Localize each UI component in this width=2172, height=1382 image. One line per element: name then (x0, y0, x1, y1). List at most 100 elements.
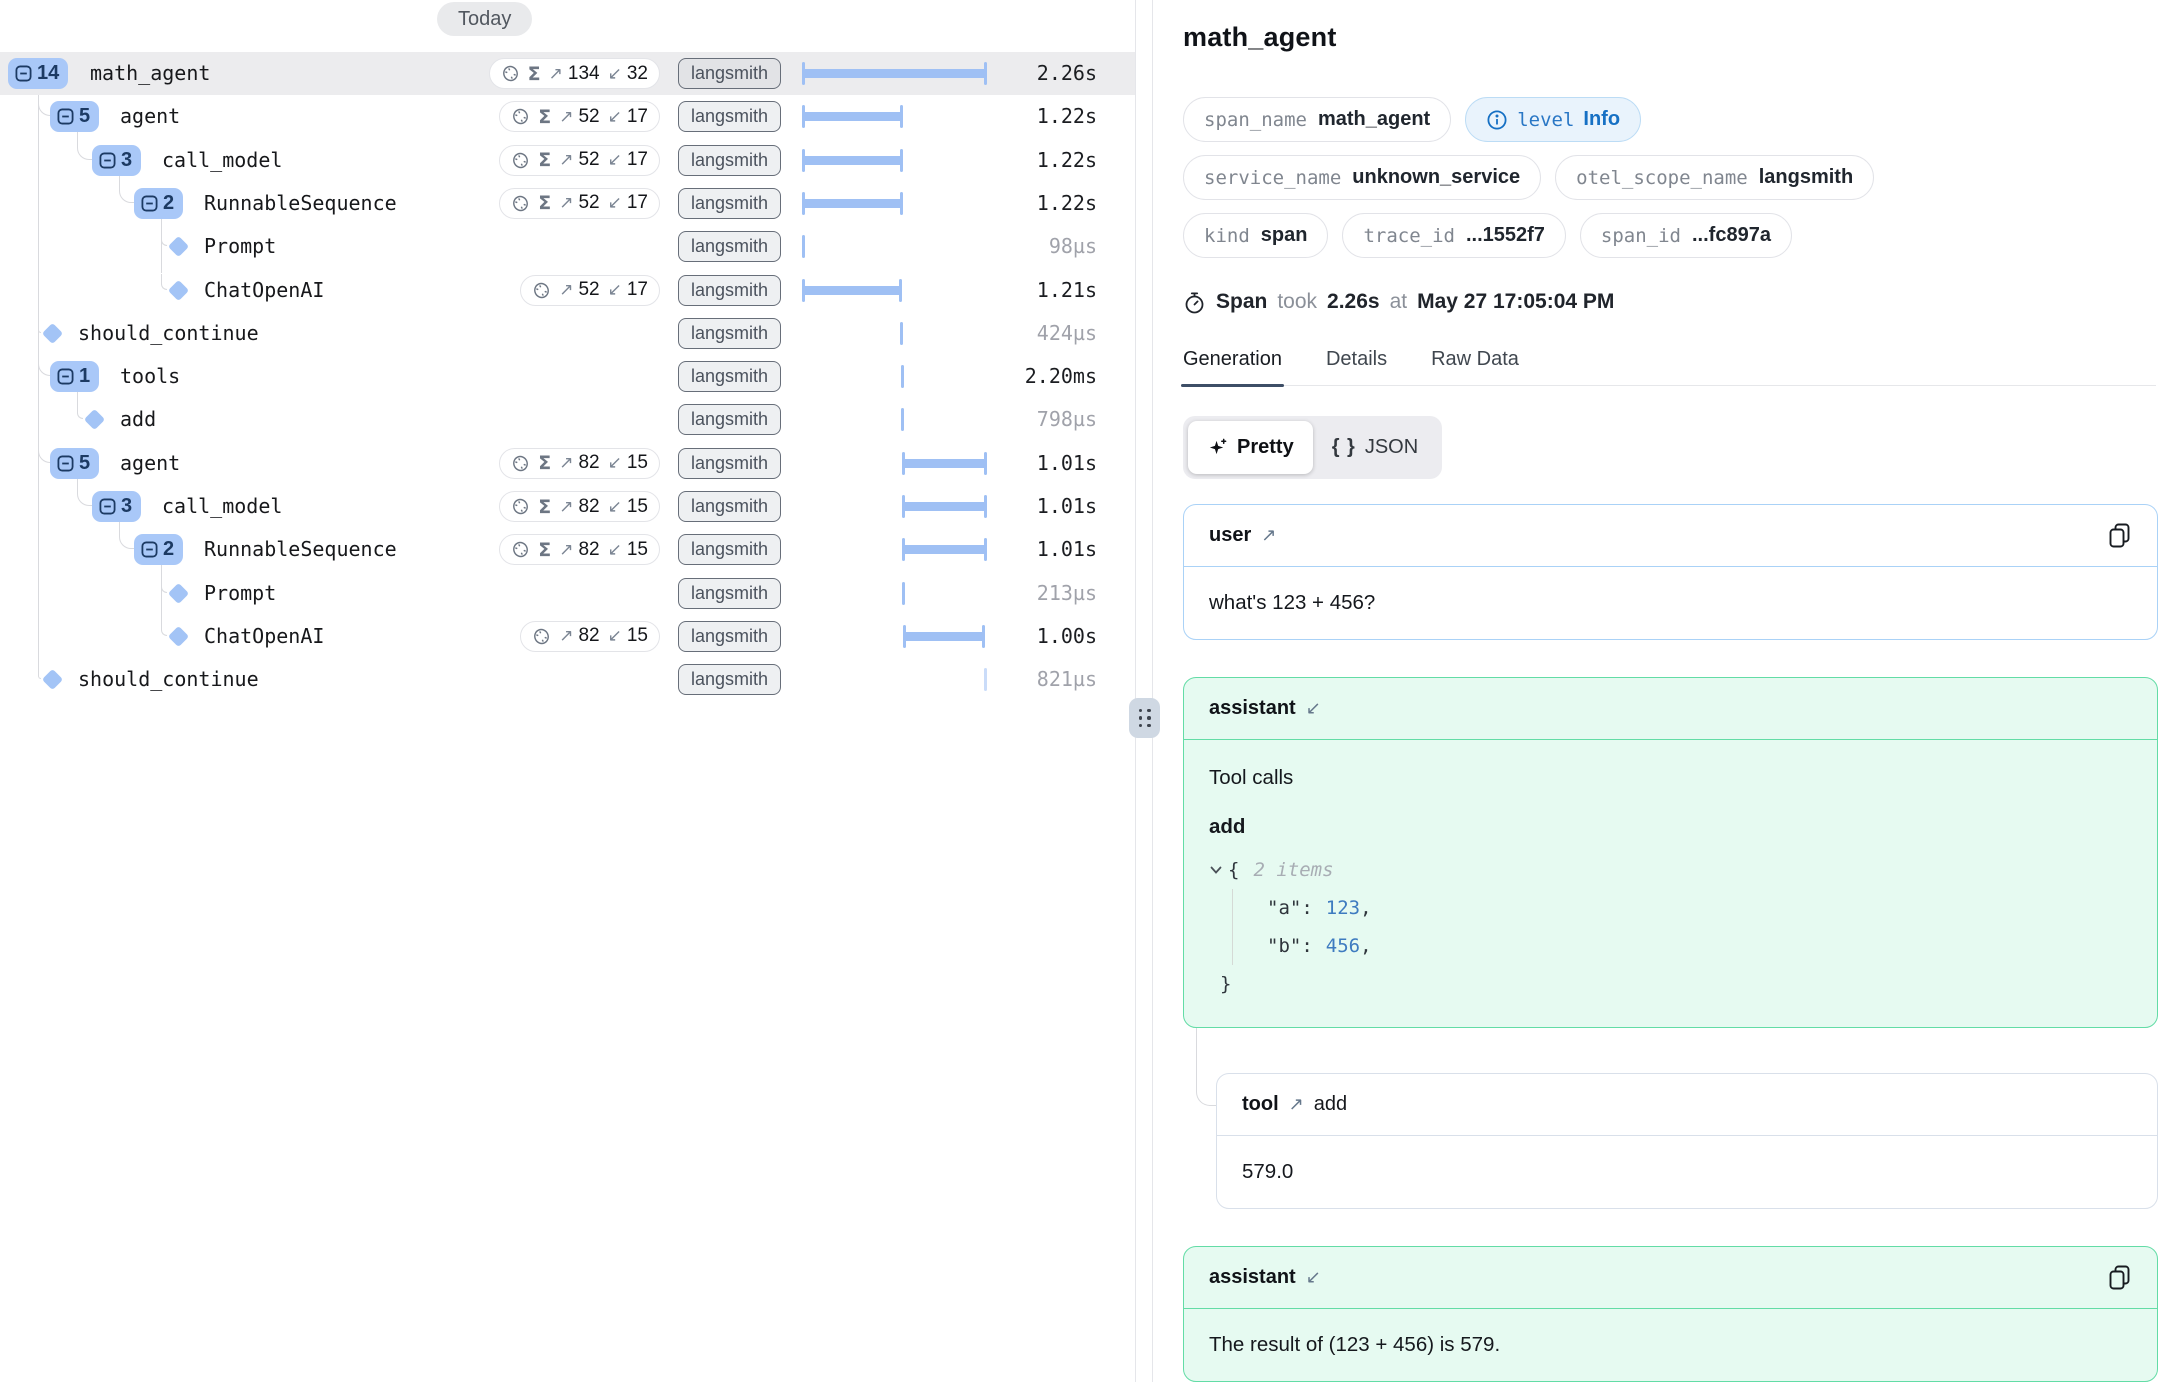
trace-row-math_agent[interactable]: 14math_agentΣ↗134↙32langsmith2.26s (0, 52, 1136, 95)
tool-call-name: add (1209, 815, 2132, 839)
trace-row-agent[interactable]: 5agentΣ↗52↙17langsmith1.22s (0, 95, 1136, 138)
span-name: ChatOpenAI (204, 624, 324, 648)
output-tokens: 15 (627, 539, 648, 561)
collapse-badge[interactable]: 1 (50, 361, 99, 392)
input-tokens: 52 (578, 106, 599, 128)
vendor-tag: langsmith (678, 491, 781, 522)
collapse-badge[interactable]: 2 (134, 188, 183, 219)
tab-details[interactable]: Details (1326, 348, 1387, 371)
trace-row-ChatOpenAI[interactable]: ChatOpenAI↗52↙17langsmith1.21s (0, 269, 1136, 312)
span-name: should_continue (78, 321, 259, 345)
vendor-tag: langsmith (678, 145, 781, 176)
trace-row-Prompt[interactable]: Promptlangsmith98µs (0, 225, 1136, 268)
tab-raw-data[interactable]: Raw Data (1431, 348, 1519, 371)
trace-row-RunnableSequence[interactable]: 2RunnableSequenceΣ↗82↙15langsmith1.01s (0, 528, 1136, 571)
duration-bar (902, 452, 905, 475)
duration-bar (899, 279, 902, 302)
user-message-content: what's 123 + 456? (1184, 567, 2157, 639)
assistant-toolcall-body: Tool calls add { 2 items (1184, 740, 2157, 1027)
vendor-tag: langsmith (678, 361, 781, 392)
collapse-badge[interactable]: 3 (92, 491, 141, 522)
duration-bar (904, 632, 984, 641)
trace-row-ChatOpenAI[interactable]: ChatOpenAI↗82↙15langsmith1.00s (0, 615, 1136, 658)
tokens-output-arrow: ↙ (608, 64, 622, 84)
span-name-pill[interactable]: span_name math_agent (1183, 97, 1451, 142)
json-entry: "b": 456 , (1209, 927, 2132, 965)
span-name: tools (120, 364, 180, 388)
span-name: Prompt (204, 234, 276, 258)
trace-row-should_continue[interactable]: should_continuelangsmith821µs (0, 658, 1136, 701)
token-usage-pill: ↗52↙17 (520, 275, 660, 306)
token-usage-pill: Σ↗52↙17 (499, 188, 660, 219)
trace-row-add[interactable]: addlangsmith798µs (0, 398, 1136, 441)
vendor-tag: langsmith (678, 621, 781, 652)
tokens-input-arrow: ↗ (559, 193, 573, 213)
span-timing: Span took 2.26s at May 27 17:05:04 PM (1183, 290, 2156, 314)
otel-scope-name-pill[interactable]: otel_scope_name langsmith (1555, 155, 1874, 200)
span-duration: 1.22s (1037, 148, 1097, 172)
pretty-view-button[interactable]: Pretty (1188, 421, 1313, 474)
span-id-pill[interactable]: span_id ...fc897a (1580, 213, 1792, 258)
copy-icon[interactable] (2106, 1264, 2132, 1292)
collapse-badge[interactable]: 5 (50, 448, 99, 479)
trace-id-pill[interactable]: trace_id ...1552f7 (1342, 213, 1565, 258)
trace-row-call_model[interactable]: 3call_modelΣ↗82↙15langsmith1.01s (0, 485, 1136, 528)
tokens-input-arrow: ↗ (559, 626, 573, 646)
service-name-pill[interactable]: service_name unknown_service (1183, 155, 1541, 200)
leaf-diamond-icon (168, 279, 189, 300)
collapse-badge[interactable]: 5 (50, 101, 99, 132)
user-message-card: user ↗ what's 123 + 456? (1183, 504, 2158, 640)
span-detail-panel: math_agent span_name math_agent level In… (1153, 0, 2172, 1382)
tokens-output-arrow: ↙ (608, 540, 622, 560)
duration-bar (984, 452, 987, 475)
span-name: Prompt (204, 581, 276, 605)
vendor-tag: langsmith (678, 664, 781, 695)
duration-bar (984, 62, 987, 85)
chevron-down-icon[interactable] (1209, 863, 1223, 877)
outgoing-arrow-icon: ↗ (1289, 1094, 1304, 1115)
tab-generation[interactable]: Generation (1183, 348, 1282, 371)
token-usage-pill: Σ↗82↙15 (499, 534, 660, 565)
copy-icon[interactable] (2106, 522, 2132, 550)
trace-row-tools[interactable]: 1toolslangsmith2.20ms (0, 355, 1136, 398)
kind-pill[interactable]: kind span (1183, 213, 1328, 258)
tokens-coin-icon (511, 497, 530, 516)
input-tokens: 82 (578, 539, 599, 561)
span-name: RunnableSequence (204, 191, 397, 215)
trace-row-Prompt[interactable]: Promptlangsmith213µs (0, 572, 1136, 615)
assistant-final-content: The result of (123 + 456) is 579. (1184, 1309, 2157, 1381)
span-timestamp: May 27 17:05:04 PM (1417, 290, 1614, 314)
span-duration: 1.01s (1037, 494, 1097, 518)
span-name: agent (120, 104, 180, 128)
trace-row-RunnableSequence[interactable]: 2RunnableSequenceΣ↗52↙17langsmith1.22s (0, 182, 1136, 225)
collapse-badge[interactable]: 2 (134, 534, 183, 565)
duration-bar (984, 538, 987, 561)
level-pill[interactable]: level Info (1465, 97, 1641, 142)
output-tokens: 17 (627, 149, 648, 171)
duration-bar (900, 105, 903, 128)
trace-row-agent[interactable]: 5agentΣ↗82↙15langsmith1.01s (0, 442, 1136, 485)
token-usage-pill: Σ↗134↙32 (489, 58, 660, 89)
span-duration: 1.01s (1037, 451, 1097, 475)
output-tokens: 15 (627, 625, 648, 647)
tokens-input-arrow: ↗ (559, 150, 573, 170)
tool-result-name: add (1314, 1093, 1347, 1116)
collapse-badge[interactable]: 3 (92, 145, 141, 176)
output-tokens: 15 (627, 496, 648, 518)
trace-row-should_continue[interactable]: should_continuelangsmith424µs (0, 312, 1136, 355)
span-name: call_model (162, 148, 282, 172)
duration-bar (802, 235, 805, 258)
vendor-tag: langsmith (678, 188, 781, 219)
span-name: agent (120, 451, 180, 475)
duration-bar (803, 156, 901, 165)
vendor-tag: langsmith (678, 58, 781, 89)
input-tokens: 82 (578, 452, 599, 474)
leaf-diamond-icon (168, 626, 189, 647)
duration-bar (901, 408, 904, 431)
trace-row-call_model[interactable]: 3call_modelΣ↗52↙17langsmith1.22s (0, 139, 1136, 182)
input-tokens: 82 (578, 625, 599, 647)
leaf-diamond-icon (84, 409, 105, 430)
span-duration: 98µs (1049, 234, 1097, 258)
collapse-badge[interactable]: 14 (8, 58, 68, 89)
json-view-button[interactable]: { } JSON (1313, 421, 1437, 474)
